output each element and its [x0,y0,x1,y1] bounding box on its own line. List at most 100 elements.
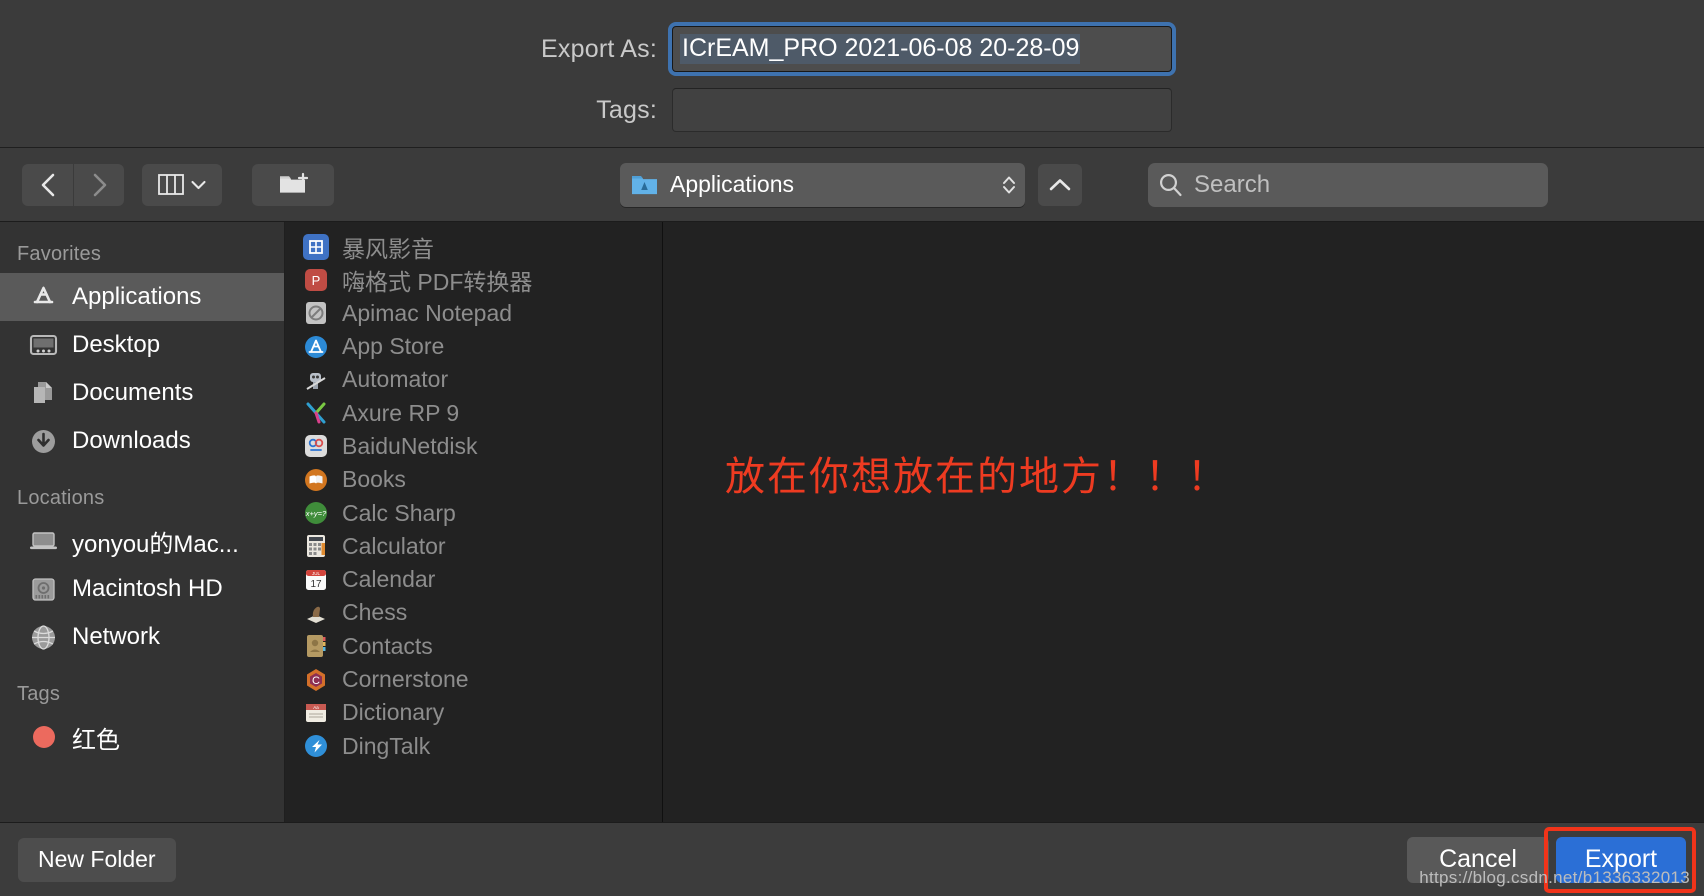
sidebar-item-macintosh-hd[interactable]: Macintosh HD [0,565,284,613]
sidebar-section-locations-title: Locations [17,487,105,509]
list-item[interactable]: JUL 17 Calendar [285,563,662,596]
list-item[interactable]: Calculator [285,530,662,563]
list-item-label: 暴风影音 [342,235,434,262]
downloads-icon [28,426,59,457]
applications-icon [28,282,59,313]
search-placeholder: Search [1194,170,1271,198]
list-item[interactable]: App Store [285,330,662,363]
sidebar-item-network[interactable]: Network [0,613,284,661]
chevron-left-icon [41,173,54,196]
list-item[interactable]: Aa Dictionary [285,696,662,729]
app-store-icon [303,334,329,360]
desktop-icon [28,330,59,361]
list-item[interactable]: DingTalk [285,729,662,762]
cornerstone-icon: C [303,667,329,693]
automator-icon [303,367,329,393]
column-view-icon [158,174,184,195]
list-item-label: Contacts [342,632,433,659]
documents-icon [28,378,59,409]
sidebar-item-red-tag[interactable]: 红色 [0,713,284,761]
baofeng-icon [303,233,329,260]
tags-label: Tags: [596,95,657,124]
file-column[interactable]: 暴风影音 P 嗨格式 PDF转换器 Apimac Notepad App Sto… [285,222,663,822]
sidebar-item-label: Macintosh HD [72,575,223,602]
chevron-up-icon [1049,178,1071,190]
applications-folder-icon [632,176,657,195]
list-item-label: BaiduNetdisk [342,432,478,459]
list-item[interactable]: P 嗨格式 PDF转换器 [285,263,662,296]
go-up-button[interactable] [1038,163,1082,206]
sidebar-section-tags-title: Tags [17,683,61,705]
list-item-label: Axure RP 9 [342,399,460,426]
sidebar-item-applications[interactable]: Applications [0,273,284,321]
svg-text:C: C [312,675,320,687]
new-folder-icon [280,172,308,193]
save-panel: Export As: ICrEAM_PRO 2021-06-08 20-28-0… [0,0,1704,148]
chevron-down-icon [191,180,206,189]
sidebar-item-downloads[interactable]: Downloads [0,417,284,465]
chevron-right-icon [93,173,107,196]
bottom-bar: New Folder Cancel Export https://blog.cs… [0,822,1704,896]
watermark-text: https://blog.csdn.net/b1336332013 [1419,868,1690,887]
sidebar-item-label: Network [72,623,161,650]
annotation-text: 放在你想放在的地方！！！ [725,455,1229,499]
list-item[interactable]: Automator [285,363,662,396]
toolbar: Applications Search [0,148,1704,222]
search-field[interactable]: Search [1148,162,1548,207]
tags-input[interactable] [672,88,1172,132]
list-item[interactable]: Books [285,463,662,496]
list-item[interactable]: x+y=? Calc Sharp [285,496,662,529]
calendar-icon: JUL 17 [303,567,329,593]
sidebar-item-label: Applications [72,283,202,310]
red-tag-dot-icon [28,722,59,753]
list-item[interactable]: Apimac Notepad [285,297,662,330]
list-item-label: App Store [342,333,445,360]
list-item-label: Calendar [342,566,436,593]
view-mode-button[interactable] [142,163,222,206]
new-folder-button[interactable] [252,163,334,206]
books-icon [303,467,329,493]
axure-icon [303,400,329,426]
sidebar-item-label: 红色 [72,726,120,754]
svg-text:Aa: Aa [313,705,319,710]
list-item-label: Automator [342,366,449,393]
list-item[interactable]: 暴风影音 [285,230,662,263]
list-item-label: Calc Sharp [342,499,456,526]
forward-button[interactable] [73,163,124,206]
list-item-label: Dictionary [342,699,445,726]
filename-input[interactable]: ICrEAM_PRO 2021-06-08 20-28-09 [672,26,1172,72]
list-item-label: Apimac Notepad [342,299,513,326]
list-item[interactable]: Axure RP 9 [285,396,662,429]
filename-value: ICrEAM_PRO 2021-06-08 20-28-09 [680,34,1081,64]
list-item[interactable]: Chess [285,596,662,629]
export-as-label: Export As: [541,34,657,63]
list-item-label: Chess [342,599,408,626]
sidebar-section-favorites-title: Favorites [17,243,102,265]
contacts-icon [303,633,329,659]
export-dialog: Export As: ICrEAM_PRO 2021-06-08 20-28-0… [0,0,1704,896]
list-item-label: Cornerstone [342,666,469,692]
browser-body: Favorites Applications Desktop Documents [0,222,1704,822]
new-folder-button-bottom[interactable]: New Folder [18,837,176,882]
chess-icon [303,600,329,626]
sidebar-item-yonyou-mac[interactable]: yonyou的Mac... [0,517,284,565]
sidebar-item-documents[interactable]: Documents [0,369,284,417]
list-item[interactable]: Contacts [285,630,662,663]
location-label: Applications [670,171,795,197]
popup-updown-icon [1001,174,1017,196]
sidebar-item-desktop[interactable]: Desktop [0,321,284,369]
apimac-notepad-icon [303,300,329,326]
svg-text:P: P [312,273,321,288]
sidebar: Favorites Applications Desktop Documents [0,222,285,822]
list-item[interactable]: C Cornerstone [285,663,662,696]
back-button[interactable] [22,163,73,206]
list-item[interactable]: BaiduNetdisk [285,430,662,463]
sidebar-item-label: yonyou的Mac... [72,530,239,558]
location-popup-button[interactable]: Applications [620,162,1025,207]
haige-pdf-icon: P [303,267,329,293]
harddisk-icon [28,574,59,605]
globe-icon [28,622,59,653]
list-item-label: DingTalk [342,732,431,759]
calculator-icon [303,533,329,559]
list-item-label: Books [342,466,406,493]
